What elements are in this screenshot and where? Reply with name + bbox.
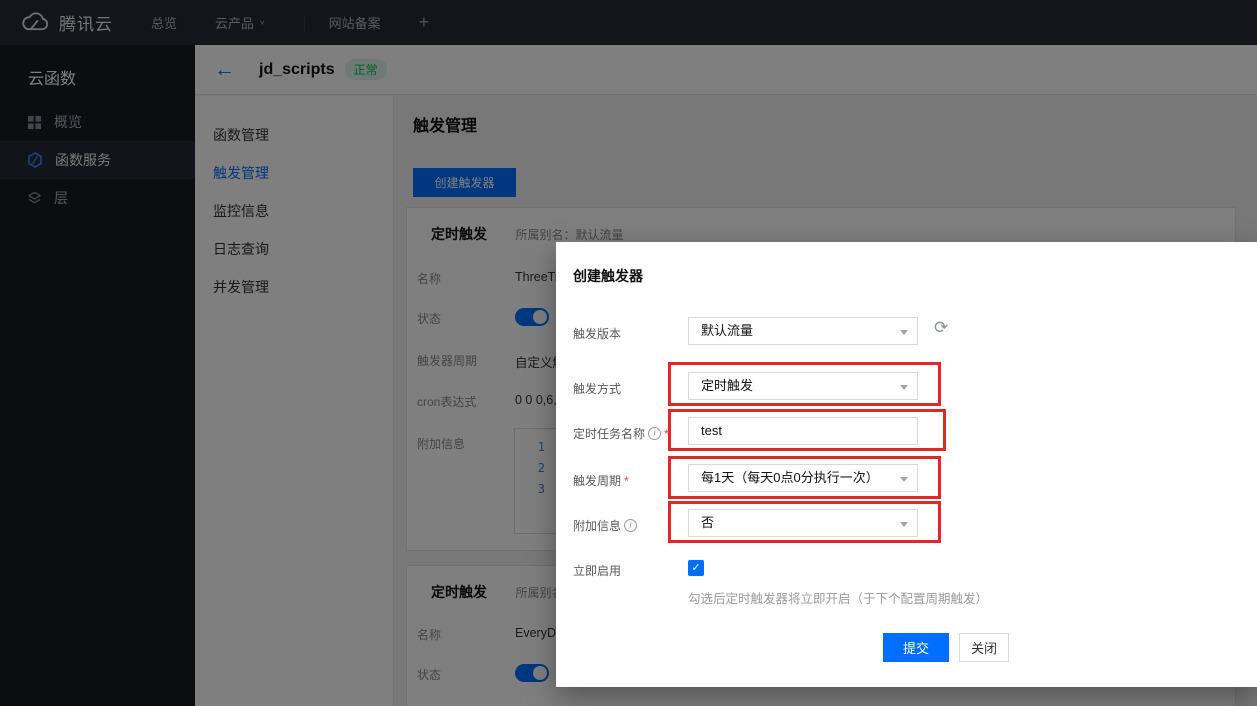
close-button[interactable]: 关闭	[959, 633, 1009, 662]
modal-title: 创建触发器	[573, 266, 643, 286]
field-label-enable-now: 立即启用	[573, 562, 621, 579]
field-label-trigger-cycle: 触发周期*	[573, 472, 629, 489]
enable-now-checkbox[interactable]: ✓	[688, 560, 704, 576]
required-asterisk: *	[664, 427, 669, 441]
extra-info-select[interactable]: 否	[688, 509, 918, 537]
trigger-type-select[interactable]: 定时触发	[688, 372, 918, 400]
select-caret-icon	[900, 330, 908, 335]
create-trigger-modal: 创建触发器 触发版本 默认流量 ⟳ 触发方式 定时触发 定时任务名称i* tes…	[556, 242, 1257, 687]
screen: 腾讯云 总览 云产品 ∨ 网站备案 + 云函数 概览 函数服务	[0, 0, 1257, 706]
info-icon[interactable]: i	[648, 427, 661, 440]
enable-now-helper-text: 勾选后定时触发器将立即开启（于下个配置周期触发）	[688, 588, 988, 607]
trigger-version-select[interactable]: 默认流量	[688, 317, 918, 345]
select-caret-icon	[900, 522, 908, 527]
field-label-trigger-version: 触发版本	[573, 325, 621, 342]
refresh-icon[interactable]: ⟳	[934, 318, 948, 338]
field-label-task-name: 定时任务名称i*	[573, 425, 669, 442]
required-asterisk: *	[624, 474, 629, 488]
task-name-input[interactable]: test	[688, 417, 918, 445]
info-icon[interactable]: i	[624, 519, 637, 532]
field-label-extra-info: 附加信息i	[573, 517, 637, 534]
field-label-trigger-type: 触发方式	[573, 380, 621, 397]
trigger-cycle-select[interactable]: 每1天（每天0点0分执行一次）	[688, 464, 918, 492]
submit-button[interactable]: 提交	[883, 633, 949, 662]
select-caret-icon	[900, 385, 908, 390]
select-caret-icon	[900, 477, 908, 482]
